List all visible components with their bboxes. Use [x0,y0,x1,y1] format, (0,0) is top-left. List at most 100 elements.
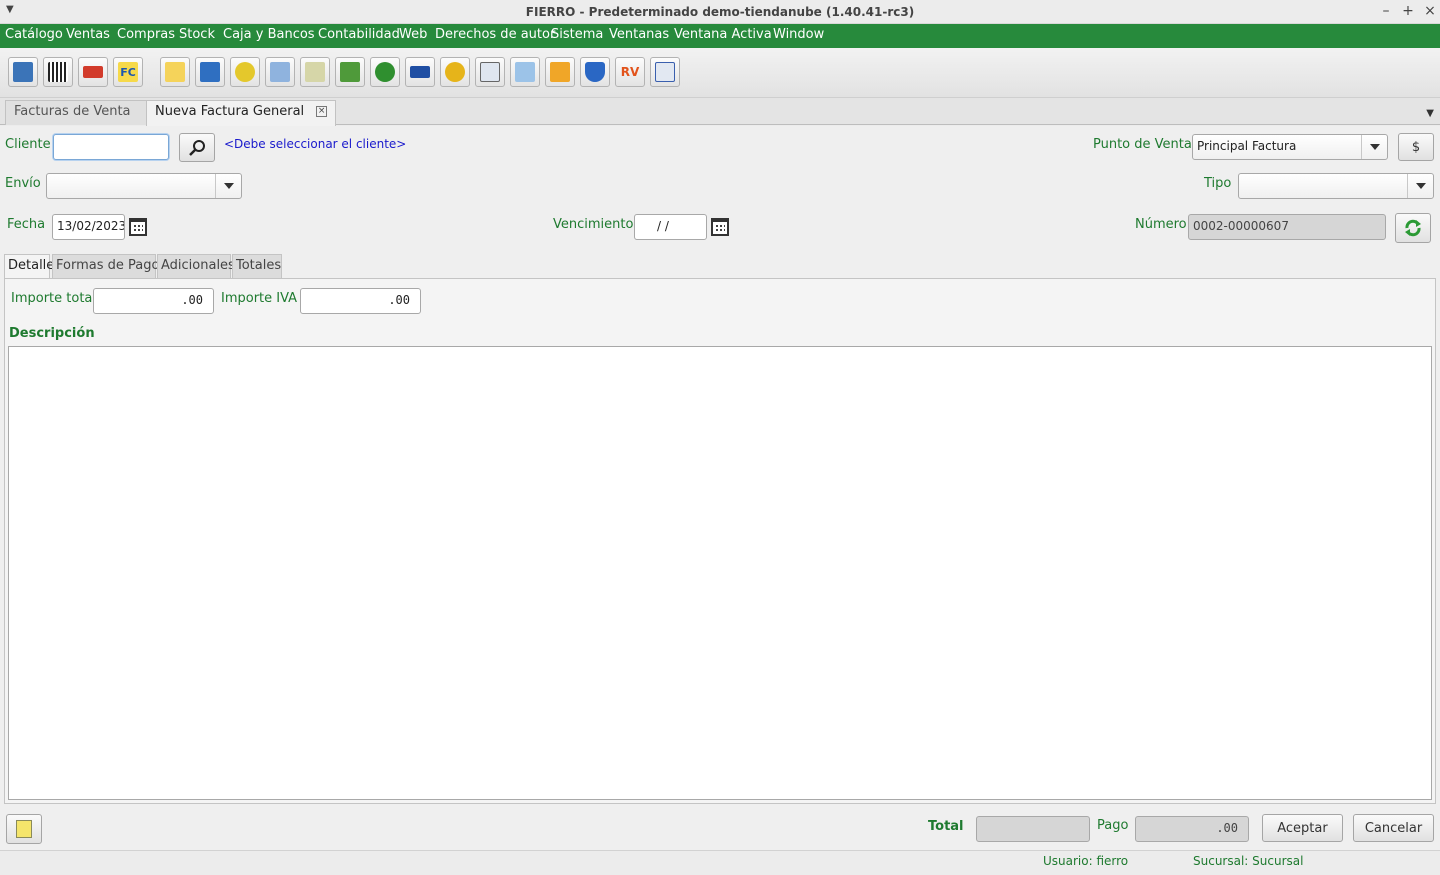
importe-iva-input[interactable]: .00 [300,288,421,314]
calc-icon [655,62,675,82]
toolbar-card-button[interactable] [405,57,435,87]
toolbar-mail-button[interactable] [510,57,540,87]
tab-nueva-factura-general[interactable]: Nueva Factura General × [146,100,336,126]
user-icon [445,62,465,82]
document-icon [165,62,185,82]
search-client-button[interactable] [179,133,215,162]
toolbar-hash-edit-button[interactable] [335,57,365,87]
envio-select[interactable] [46,173,242,199]
punto-venta-select[interactable]: Principal Factura [1192,134,1388,160]
menu-ventanas[interactable]: Ventanas [609,27,669,42]
status-usuario: Usuario: fierro [1043,854,1129,868]
importe-total-label: Importe total [11,291,97,306]
menu-catalogo[interactable]: Catálogo [5,27,63,42]
menu-ventas[interactable]: Ventas [66,27,110,42]
note-icon [16,820,32,838]
save-icon [200,62,220,82]
toolbar-user-button[interactable] [440,57,470,87]
close-tab-icon[interactable]: × [316,106,328,117]
menu-window[interactable]: Window [773,27,824,42]
fecha-input[interactable]: 13/02/2023 [52,214,125,240]
toolbar-document-button[interactable] [160,57,190,87]
chevron-down-icon [1407,174,1433,198]
importe-iva-label: Importe IVA [221,291,298,306]
toolbar-truck-button[interactable] [78,57,108,87]
importe-total-input[interactable]: .00 [93,288,214,314]
tab-totales[interactable]: Totales [232,254,282,278]
toolbar-barcode-button[interactable] [43,57,73,87]
tipo-label: Tipo [1204,176,1232,191]
menu-derechos-autor[interactable]: Derechos de autor [435,27,555,42]
card-icon [410,66,430,78]
toolbar-calc-button[interactable] [650,57,680,87]
status-bar: Usuario: fierro Sucursal: Sucursal [0,850,1440,875]
search-icon [189,139,205,156]
chevron-down-icon [215,174,241,198]
cancel-button[interactable]: Cancelar [1353,814,1434,842]
numero-label: Número [1135,217,1187,232]
toolbar-book-button[interactable] [8,57,38,87]
minimize-button[interactable]: – [1377,3,1395,19]
calendar-icon[interactable] [711,218,729,236]
document-tabs: Facturas de Venta Nueva Factura General ×… [0,98,1440,126]
status-sucursal: Sucursal: Sucursal [1193,854,1304,868]
menu-contabilidad[interactable]: Contabilidad [318,27,400,42]
toolbar-percent-button[interactable] [300,57,330,87]
toolbar-shield-button[interactable] [580,57,610,87]
tab-detalle[interactable]: Detalle [4,254,54,278]
window-title: FIERRO - Predeterminado demo-tiendanube … [525,5,915,19]
book-icon [13,62,33,82]
envio-label: Envío [5,176,41,191]
toolbar: FC RV [0,48,1440,98]
tab-facturas-de-venta[interactable]: Facturas de Venta [5,100,147,125]
toolbar-fc-button[interactable]: FC [113,57,143,87]
vencimiento-label: Vencimiento [553,217,634,232]
descripcion-textarea[interactable] [8,346,1432,800]
fc-icon: FC [118,62,138,82]
menu-stock[interactable]: Stock [179,27,215,42]
cliente-label: Cliente [5,137,51,152]
pago-label: Pago [1097,818,1129,833]
invoice-form: Cliente <Debe seleccionar el cliente> Pu… [0,126,1440,850]
toolbar-invoice-button[interactable] [265,57,295,87]
toolbar-money-button[interactable] [545,57,575,87]
barcode-icon [48,62,68,82]
toolbar-save-button[interactable] [195,57,225,87]
copy-icon [480,62,500,82]
tab-formas-de-pago[interactable]: Formas de Pago [52,254,159,278]
calendar-icon[interactable] [129,218,147,236]
pago-field: .00 [1135,816,1249,842]
menu-sistema[interactable]: Sistema [551,27,603,42]
hash-edit-icon [340,62,360,82]
toolbar-coin-button[interactable] [230,57,260,87]
currency-button[interactable]: $ [1398,133,1434,161]
shield-icon [585,62,605,82]
accept-button[interactable]: Aceptar [1262,814,1343,842]
tabs-menu-icon[interactable]: ▼ [1426,108,1434,119]
money-icon [550,62,570,82]
vencimiento-input[interactable]: / / [634,214,707,240]
numero-field: 0002-00000607 [1188,214,1386,240]
dollar-icon [375,62,395,82]
maximize-button[interactable]: + [1399,3,1417,19]
toolbar-rv-button[interactable]: RV [615,57,645,87]
menu-compras[interactable]: Compras [117,27,175,42]
toolbar-copy-button[interactable] [475,57,505,87]
toolbar-dollar-button[interactable] [370,57,400,87]
cliente-hint: <Debe seleccionar el cliente> [224,137,407,151]
total-label: Total [928,819,964,834]
menu-ventana-activa[interactable]: Ventana Activa [674,27,772,42]
tipo-select[interactable] [1238,173,1434,199]
tab-adicionales[interactable]: Adicionales [157,254,235,278]
menu-web[interactable]: Web [399,27,427,42]
mail-icon [515,62,535,82]
refresh-number-button[interactable] [1395,213,1431,243]
menu-caja-bancos[interactable]: Caja y Bancos [223,27,315,42]
truck-icon [83,66,103,78]
new-note-button[interactable] [6,814,42,844]
cliente-input[interactable] [53,134,169,160]
menu-bar: Catálogo Ventas Compras Stock Caja y Ban… [0,24,1440,48]
coin-icon [235,62,255,82]
detalle-panel: Importe total .00 Importe IVA .00 Descri… [4,278,1436,804]
close-window-button[interactable]: × [1421,3,1439,19]
